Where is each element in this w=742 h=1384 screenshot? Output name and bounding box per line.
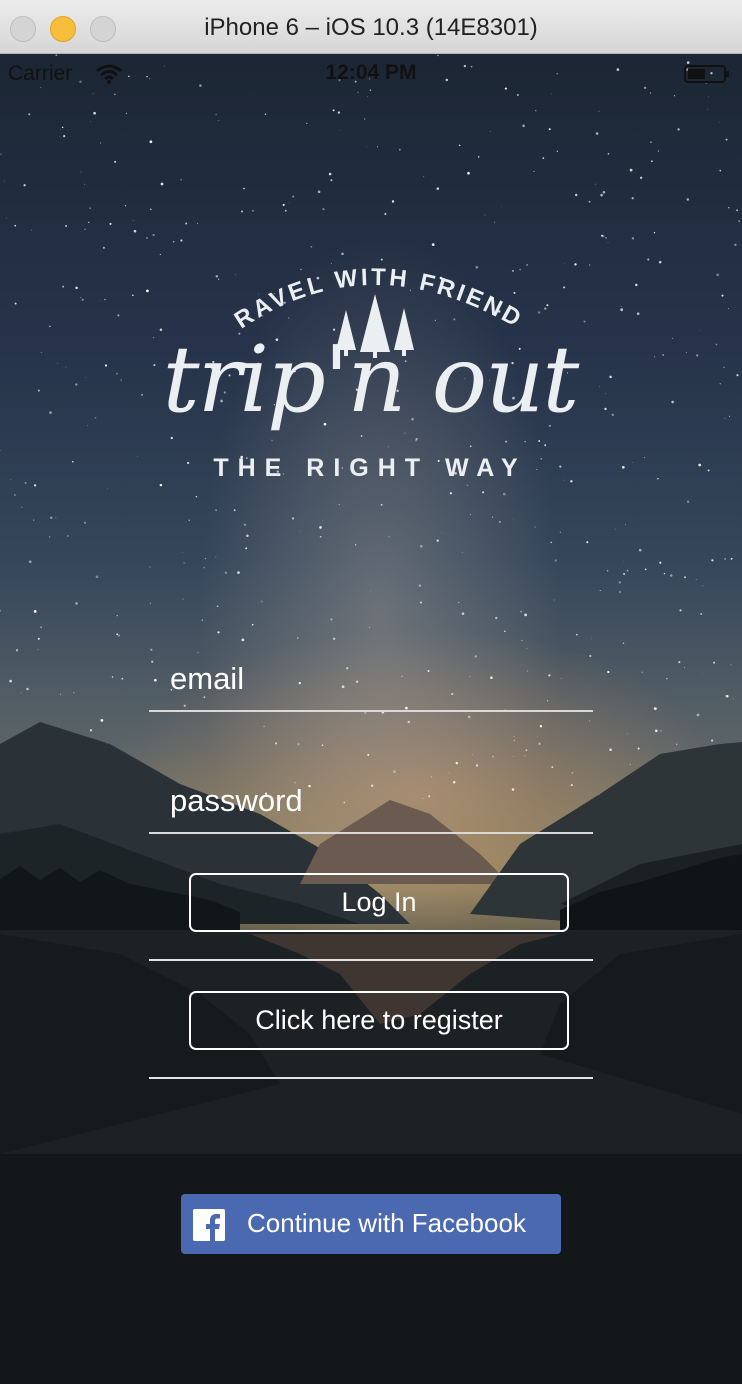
password-field (149, 770, 593, 834)
window-title: iPhone 6 – iOS 10.3 (14E8301) (204, 14, 538, 41)
facebook-login-button[interactable]: Continue with Facebook (181, 1194, 561, 1254)
divider (149, 1077, 593, 1079)
email-field (149, 648, 593, 712)
logo-bottom-tagline: THE RIGHT WAY (213, 454, 527, 482)
register-button[interactable]: Click here to register (189, 991, 569, 1050)
simulator-title-bar: iPhone 6 – iOS 10.3 (14E8301) (0, 0, 742, 54)
app-logo: TRAVEL WITH FRIENDS trip'n out THE RIGHT… (160, 250, 580, 500)
password-input[interactable] (149, 770, 593, 832)
battery-icon (684, 65, 729, 83)
facebook-button-label: Continue with Facebook (247, 1208, 526, 1238)
email-input[interactable] (149, 648, 593, 710)
divider (149, 959, 593, 961)
login-button[interactable]: Log In (189, 873, 569, 932)
logo-wordmark: trip'n out (162, 326, 580, 433)
status-bar: Carrier 12:04 PM (0, 54, 742, 92)
facebook-icon (193, 1209, 225, 1241)
status-time: 12:04 PM (325, 61, 417, 84)
login-screen: Carrier 12:04 PM TRAVEL WITH FRIENDS (0, 54, 742, 1384)
